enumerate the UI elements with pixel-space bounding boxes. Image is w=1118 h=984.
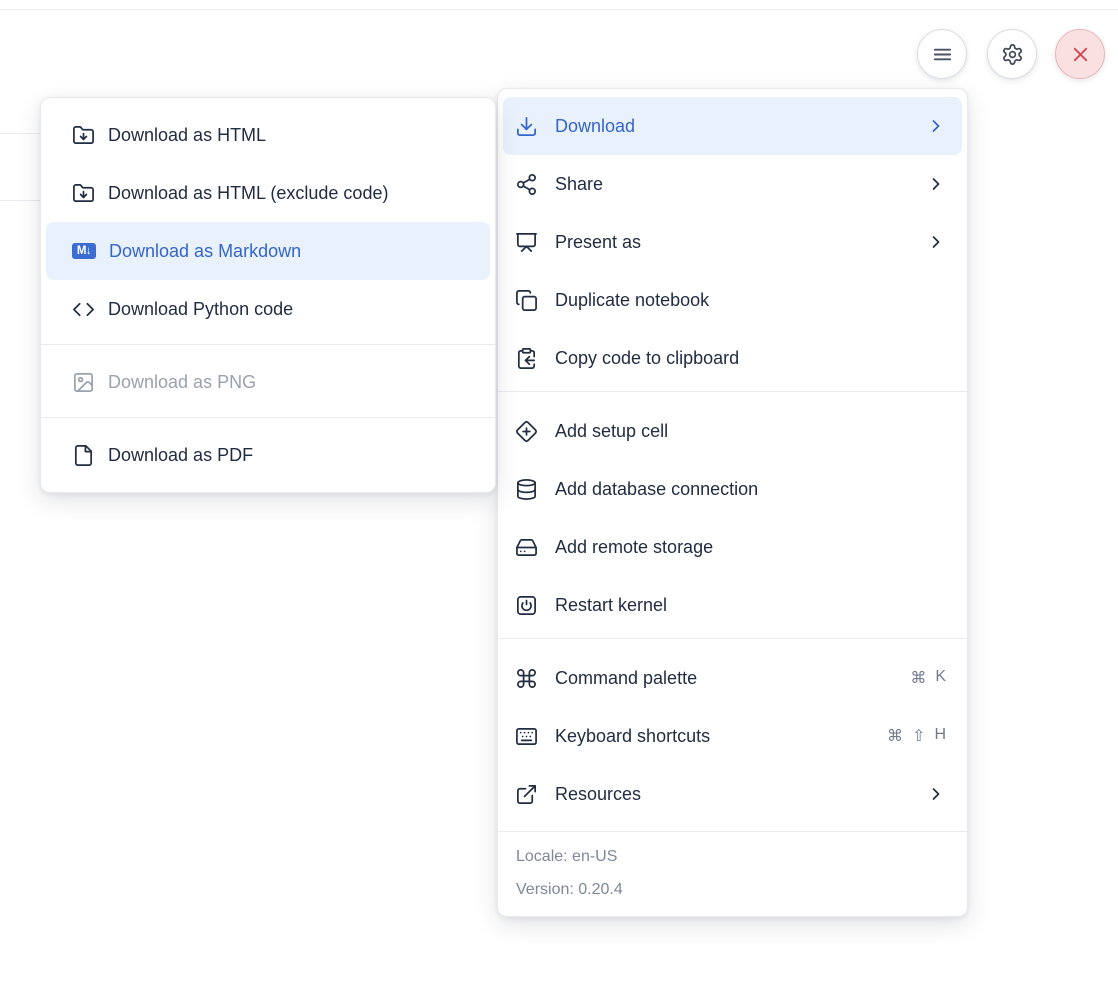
menu-item-add-setup-cell[interactable]: Add setup cell [503,402,962,460]
menu-item-add-remote-storage[interactable]: Add remote storage [503,518,962,576]
menu-item-present-as[interactable]: Present as [503,213,962,271]
chevron-right-icon [926,232,946,252]
folder-download-icon [72,182,95,205]
hard-drive-icon [515,536,538,559]
menu-item-label: Download as HTML (exclude code) [108,183,388,204]
menu-item-label: Resources [555,784,641,805]
share-icon [515,173,538,196]
menu-separator [41,417,495,418]
diamond-plus-icon [515,420,538,443]
menu-item-duplicate-notebook[interactable]: Duplicate notebook [503,271,962,329]
submenu-item-download-pdf[interactable]: Download as PDF [46,426,490,484]
image-icon [72,371,95,394]
close-button[interactable] [1055,29,1105,79]
submenu-item-download-html-exclude-code[interactable]: Download as HTML (exclude code) [46,164,490,222]
x-icon [1069,43,1092,66]
menu-separator [498,638,967,639]
locale-text: Locale: en-US [516,840,949,873]
shortcut-key: H [934,726,946,746]
download-icon [515,115,538,138]
menu-item-label: Download [555,116,635,137]
settings-button[interactable] [987,29,1037,79]
external-link-icon [515,783,538,806]
menu-item-label: Download as PNG [108,372,256,393]
menu-item-restart-kernel[interactable]: Restart kernel [503,576,962,634]
notebook-menu: Download Share Present as [497,88,968,917]
menu-footer: Locale: en-US Version: 0.20.4 [498,831,967,916]
menu-item-command-palette[interactable]: Command palette ⌘ K [503,649,962,707]
shortcut-keys: ⌘ ⇧ H [887,726,946,746]
shortcut-key: ⇧ [912,726,925,746]
shortcut-key: ⌘ [887,726,903,746]
menu-item-label: Add database connection [555,479,758,500]
presentation-icon [515,231,538,254]
page-top-divider [0,9,1118,10]
hamburger-icon [931,43,954,66]
menu-item-share[interactable]: Share [503,155,962,213]
menu-item-label: Command palette [555,668,697,689]
menu-separator [41,344,495,345]
markdown-icon: M↓ [72,243,96,259]
submenu-item-download-html[interactable]: Download as HTML [46,106,490,164]
menu-item-label: Download Python code [108,299,293,320]
shortcut-key: ⌘ [910,668,926,688]
gear-icon [1001,43,1024,66]
version-text: Version: 0.20.4 [516,873,949,906]
menu-item-label: Copy code to clipboard [555,348,739,369]
chevron-right-icon [926,174,946,194]
menu-item-label: Add setup cell [555,421,668,442]
notebook-menu-button[interactable] [917,29,967,79]
shortcut-key: K [935,668,946,688]
code-icon [72,298,95,321]
menu-item-label: Add remote storage [555,537,713,558]
database-icon [515,478,538,501]
command-icon [515,667,538,690]
menu-item-label: Download as HTML [108,125,266,146]
clipboard-copy-icon [515,347,538,370]
background-cell-divider [0,133,42,134]
menu-item-label: Download as PDF [108,445,253,466]
menu-item-label: Restart kernel [555,595,667,616]
menu-item-label: Keyboard shortcuts [555,726,710,747]
shortcut-keys: ⌘ K [910,668,946,688]
menu-item-label: Download as Markdown [109,241,301,262]
folder-download-icon [72,124,95,147]
submenu-item-download-png: Download as PNG [46,353,490,411]
background-cell-divider [0,200,42,201]
menu-item-label: Present as [555,232,641,253]
duplicate-icon [515,289,538,312]
file-icon [72,444,95,467]
download-submenu: Download as HTML Download as HTML (exclu… [40,97,496,493]
menu-item-download[interactable]: Download [503,97,962,155]
page: { "colors": { "accent_blue": "#3465cd", … [0,0,1118,984]
menu-item-label: Duplicate notebook [555,290,709,311]
menu-item-add-database-connection[interactable]: Add database connection [503,460,962,518]
submenu-item-download-markdown[interactable]: M↓ Download as Markdown [46,222,490,280]
chevron-right-icon [926,116,946,136]
menu-item-label: Share [555,174,603,195]
submenu-item-download-python-code[interactable]: Download Python code [46,280,490,338]
keyboard-icon [515,725,538,748]
power-icon [515,594,538,617]
menu-separator [498,391,967,392]
menu-item-copy-code[interactable]: Copy code to clipboard [503,329,962,387]
menu-item-keyboard-shortcuts[interactable]: Keyboard shortcuts ⌘ ⇧ H [503,707,962,765]
menu-item-resources[interactable]: Resources [503,765,962,823]
chevron-right-icon [926,784,946,804]
